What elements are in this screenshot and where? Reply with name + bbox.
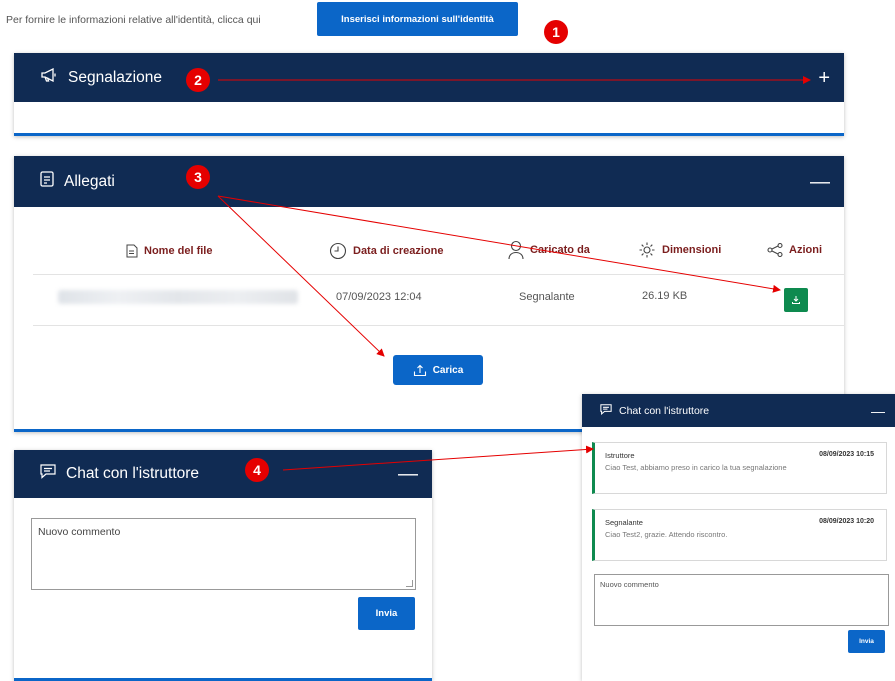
file-uploaded-by: Segnalante bbox=[519, 291, 575, 303]
chat-inset-title: Chat con l'istruttore bbox=[619, 404, 710, 417]
collapse-icon[interactable]: — bbox=[398, 464, 418, 484]
segnalazione-title: Segnalazione bbox=[68, 68, 162, 86]
chat-inset-header[interactable]: Chat con l'istruttore — bbox=[582, 394, 895, 427]
download-button[interactable] bbox=[784, 288, 808, 312]
chat-header[interactable]: Chat con l'istruttore — bbox=[14, 450, 432, 498]
allegati-header[interactable]: Allegati — bbox=[14, 156, 844, 207]
column-header-file-label: Nome del file bbox=[144, 245, 213, 257]
segnalazione-header[interactable]: Segnalazione + bbox=[14, 53, 844, 102]
file-name-blurred[interactable] bbox=[58, 290, 298, 304]
document-icon bbox=[40, 171, 54, 192]
annotation-badge-2: 2 bbox=[186, 68, 210, 92]
chat-title: Chat con l'istruttore bbox=[66, 465, 200, 482]
chat-bubble-icon bbox=[600, 402, 612, 420]
upload-button[interactable]: Carica bbox=[393, 355, 483, 385]
download-icon bbox=[792, 296, 800, 304]
column-header-file[interactable]: Nome del file bbox=[126, 244, 212, 258]
insert-identity-button[interactable]: Inserisci informazioni sull'identità bbox=[317, 2, 518, 36]
chat-inset-panel: Chat con l'istruttore — Istruttore 08/09… bbox=[582, 394, 895, 681]
panel-divider bbox=[14, 133, 844, 136]
row-divider bbox=[33, 274, 844, 275]
new-comment-placeholder: Nuovo commento bbox=[38, 526, 121, 538]
column-header-size-label: Dimensioni bbox=[662, 244, 722, 256]
allegati-panel: Allegati — Nome del file Data di creazio… bbox=[14, 156, 844, 432]
table-header: Nome del file Data di creazione Caricato… bbox=[14, 237, 844, 267]
allegati-title: Allegati bbox=[64, 172, 115, 190]
annotation-badge-3: 3 bbox=[186, 165, 210, 189]
segnalazione-panel: Segnalazione + bbox=[14, 53, 844, 136]
identity-prompt-text: Per fornire le informazioni relative all… bbox=[6, 14, 261, 26]
file-created-date: 07/09/2023 12:04 bbox=[336, 291, 422, 303]
expand-icon[interactable]: + bbox=[818, 68, 830, 88]
upload-button-label: Carica bbox=[432, 364, 464, 376]
row-divider bbox=[33, 325, 844, 326]
message-text: Ciao Test2, grazie. Attendo riscontro. bbox=[605, 530, 728, 539]
inset-send-button[interactable]: Invia bbox=[848, 630, 885, 653]
chat-bubble-icon bbox=[40, 464, 56, 484]
resize-handle[interactable] bbox=[406, 580, 413, 587]
message-date: 08/09/2023 10:20 bbox=[819, 518, 874, 525]
annotation-badge-4: 4 bbox=[245, 458, 269, 482]
send-button[interactable]: Invia bbox=[358, 597, 415, 630]
new-comment-textarea[interactable]: Nuovo commento bbox=[31, 518, 416, 590]
column-header-actions-label: Azioni bbox=[789, 244, 822, 256]
megaphone-icon bbox=[40, 67, 58, 87]
upload-icon bbox=[413, 364, 426, 376]
column-header-uploader[interactable]: Caricato da bbox=[508, 240, 590, 260]
clock-icon bbox=[329, 242, 347, 260]
chat-message: Segnalante 08/09/2023 10:20 Ciao Test2, … bbox=[592, 509, 887, 561]
file-icon bbox=[126, 244, 138, 258]
collapse-icon[interactable]: — bbox=[871, 404, 885, 418]
column-header-date-label: Data di creazione bbox=[353, 245, 444, 257]
message-text: Ciao Test, abbiamo preso in carico la tu… bbox=[605, 463, 787, 472]
collapse-icon[interactable]: — bbox=[810, 172, 830, 192]
share-icon bbox=[767, 243, 783, 257]
column-header-uploader-label: Caricato da bbox=[530, 244, 590, 256]
file-size: 26.19 KB bbox=[642, 290, 688, 302]
user-icon bbox=[508, 240, 524, 260]
chat-panel: Chat con l'istruttore — Nuovo commento I… bbox=[14, 450, 432, 681]
annotation-badge-1: 1 bbox=[544, 20, 568, 44]
column-header-actions[interactable]: Azioni bbox=[767, 243, 822, 257]
inset-comment-placeholder: Nuovo commento bbox=[600, 580, 659, 589]
column-header-date[interactable]: Data di creazione bbox=[329, 242, 443, 260]
column-header-size[interactable]: Dimensioni bbox=[638, 241, 721, 259]
chat-message: Istruttore 08/09/2023 10:15 Ciao Test, a… bbox=[592, 442, 887, 494]
message-date: 08/09/2023 10:15 bbox=[819, 451, 874, 458]
inset-comment-textarea[interactable]: Nuovo commento bbox=[594, 574, 889, 626]
gear-icon bbox=[639, 242, 655, 258]
